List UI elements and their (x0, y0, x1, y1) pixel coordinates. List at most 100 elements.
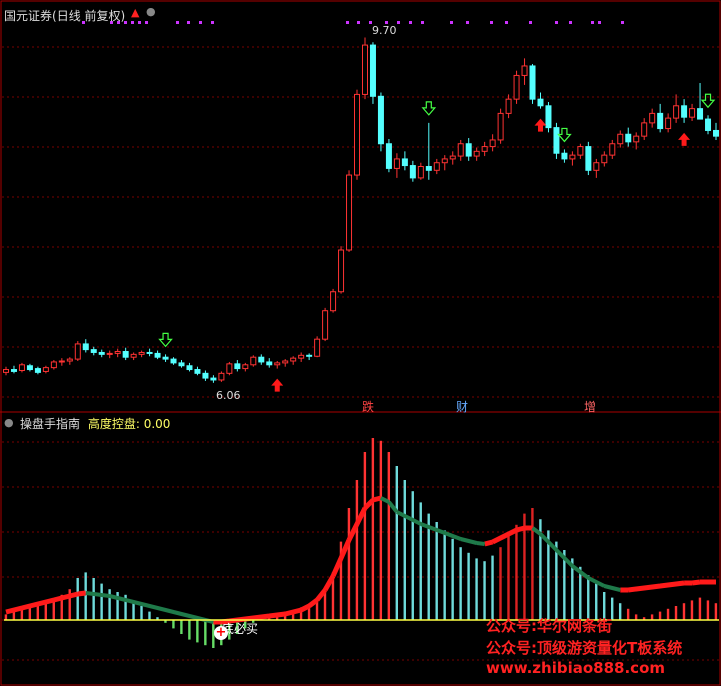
signal-dot-16 (409, 21, 412, 24)
candle-body-84 (673, 105, 680, 119)
indicator-bar-73 (587, 575, 590, 620)
candle-body-69 (553, 127, 560, 154)
series-label: 高度控盘: (87, 417, 140, 431)
sell-arrow-icon-6 (700, 93, 716, 109)
period-label: (日线 前复权) (52, 9, 126, 23)
indicator-bar-81 (650, 614, 654, 620)
pane-collapse-icon[interactable]: ● (4, 416, 14, 429)
indicator-bar-61 (491, 555, 494, 620)
indicator-bar-40 (323, 592, 327, 620)
candle-body-63 (505, 98, 512, 114)
candle-body-17 (138, 351, 145, 355)
candle-body-71 (569, 154, 576, 160)
candle-body-50 (401, 158, 408, 167)
candle-body-1 (10, 369, 17, 372)
indicator-bar-51 (411, 491, 414, 620)
signal-dot-4 (131, 21, 134, 24)
candle-body-83 (665, 117, 672, 130)
ribbon-up (5, 495, 716, 625)
indicator-bar-44 (355, 480, 359, 620)
indicator-bar-5 (44, 603, 47, 620)
candle-body-89 (713, 129, 719, 137)
candle-body-24 (194, 369, 201, 374)
candle-body-85 (681, 105, 688, 118)
event-tag-2[interactable]: 财 (456, 398, 468, 415)
indicator-bar-1 (12, 611, 16, 620)
bottom-buy-icon: + (214, 625, 228, 640)
buy-arrow-icon-3 (534, 118, 547, 132)
candle-body-46 (369, 44, 376, 97)
candle-body-55 (441, 158, 448, 164)
candle-body-5 (42, 367, 49, 372)
indicator-bar-88 (706, 600, 710, 620)
candle-body-56 (449, 155, 456, 160)
candle-body-32 (258, 356, 265, 363)
signal-dot-25 (591, 21, 594, 24)
sell-arrow-icon-4 (557, 127, 572, 143)
signal-dot-5 (138, 21, 141, 24)
signal-dot-20 (490, 21, 493, 24)
chart-stage (0, 0, 721, 686)
candle-body-14 (114, 351, 121, 354)
signal-dot-23 (555, 21, 558, 24)
candle-body-44 (354, 93, 361, 176)
candle-body-67 (537, 98, 544, 107)
indicator-bar-48 (387, 452, 391, 620)
indicator-bar-9 (76, 578, 79, 620)
candle-body-58 (465, 143, 472, 157)
indicator-bar-82 (658, 611, 662, 620)
event-tag-1[interactable]: 跌 (362, 398, 374, 415)
indicator-bar-47 (379, 440, 383, 620)
indicator-bar-24 (196, 620, 199, 643)
candle-body-29 (234, 363, 241, 370)
signal-dot-15 (397, 21, 400, 24)
indicator-bar-57 (459, 547, 462, 620)
indicator-name: 操盘手指南 (20, 417, 81, 431)
candle-body-21 (170, 358, 177, 364)
candle-body-28 (226, 363, 233, 374)
candle-body-6 (50, 361, 57, 369)
candle-body-7 (58, 360, 65, 363)
candle-body-4 (34, 368, 41, 373)
signal-dot-8 (187, 21, 190, 24)
candle-body-42 (338, 249, 345, 293)
indicator-bar-54 (435, 522, 438, 620)
candle-body-68 (545, 105, 552, 129)
indicator-bar-55 (443, 530, 446, 620)
up-arrow-icon[interactable]: ▲ (131, 6, 139, 19)
indicator-bar-43 (347, 508, 351, 620)
candle-body-35 (282, 360, 289, 364)
indicator-bar-62 (499, 547, 502, 620)
settings-icon[interactable]: ● (146, 5, 156, 18)
candle-body-78 (625, 133, 632, 143)
candle-body-26 (210, 377, 217, 381)
candle-body-75 (601, 154, 608, 164)
signal-dot-6 (145, 21, 148, 24)
indicator-bar-66 (531, 508, 534, 620)
indicator-bar-63 (507, 536, 510, 620)
series-value: 0.00 (143, 417, 171, 431)
candle-body-11 (90, 349, 97, 353)
candle-body-66 (529, 65, 536, 100)
indicator-bar-53 (427, 513, 430, 620)
candle-body-39 (314, 338, 321, 357)
watermark-line-2: 公众号:顶级游资量化T板系统 (486, 639, 683, 657)
watermark-line-3: www.zhibiao888.com (486, 659, 666, 677)
stock-title: 国元证券(日线 前复权) (4, 7, 125, 24)
candle-body-30 (242, 364, 249, 370)
candle-body-16 (130, 353, 137, 358)
event-tag-3[interactable]: 增 (584, 398, 596, 415)
sell-arrow-icon-2 (421, 101, 437, 116)
signal-dot-17 (421, 21, 424, 24)
candle-body-57 (457, 143, 464, 157)
candle-body-59 (473, 150, 480, 157)
indicator-bar-84 (674, 606, 678, 620)
indicator-bar-17 (140, 606, 143, 620)
candle-body-15 (122, 351, 129, 358)
indicator-bar-50 (403, 480, 406, 620)
candle-body-18 (146, 351, 153, 354)
candle-body-74 (593, 162, 600, 171)
indicator-bar-10 (84, 572, 87, 620)
candle-body-64 (513, 74, 520, 100)
indicator-bar-21 (172, 620, 175, 629)
